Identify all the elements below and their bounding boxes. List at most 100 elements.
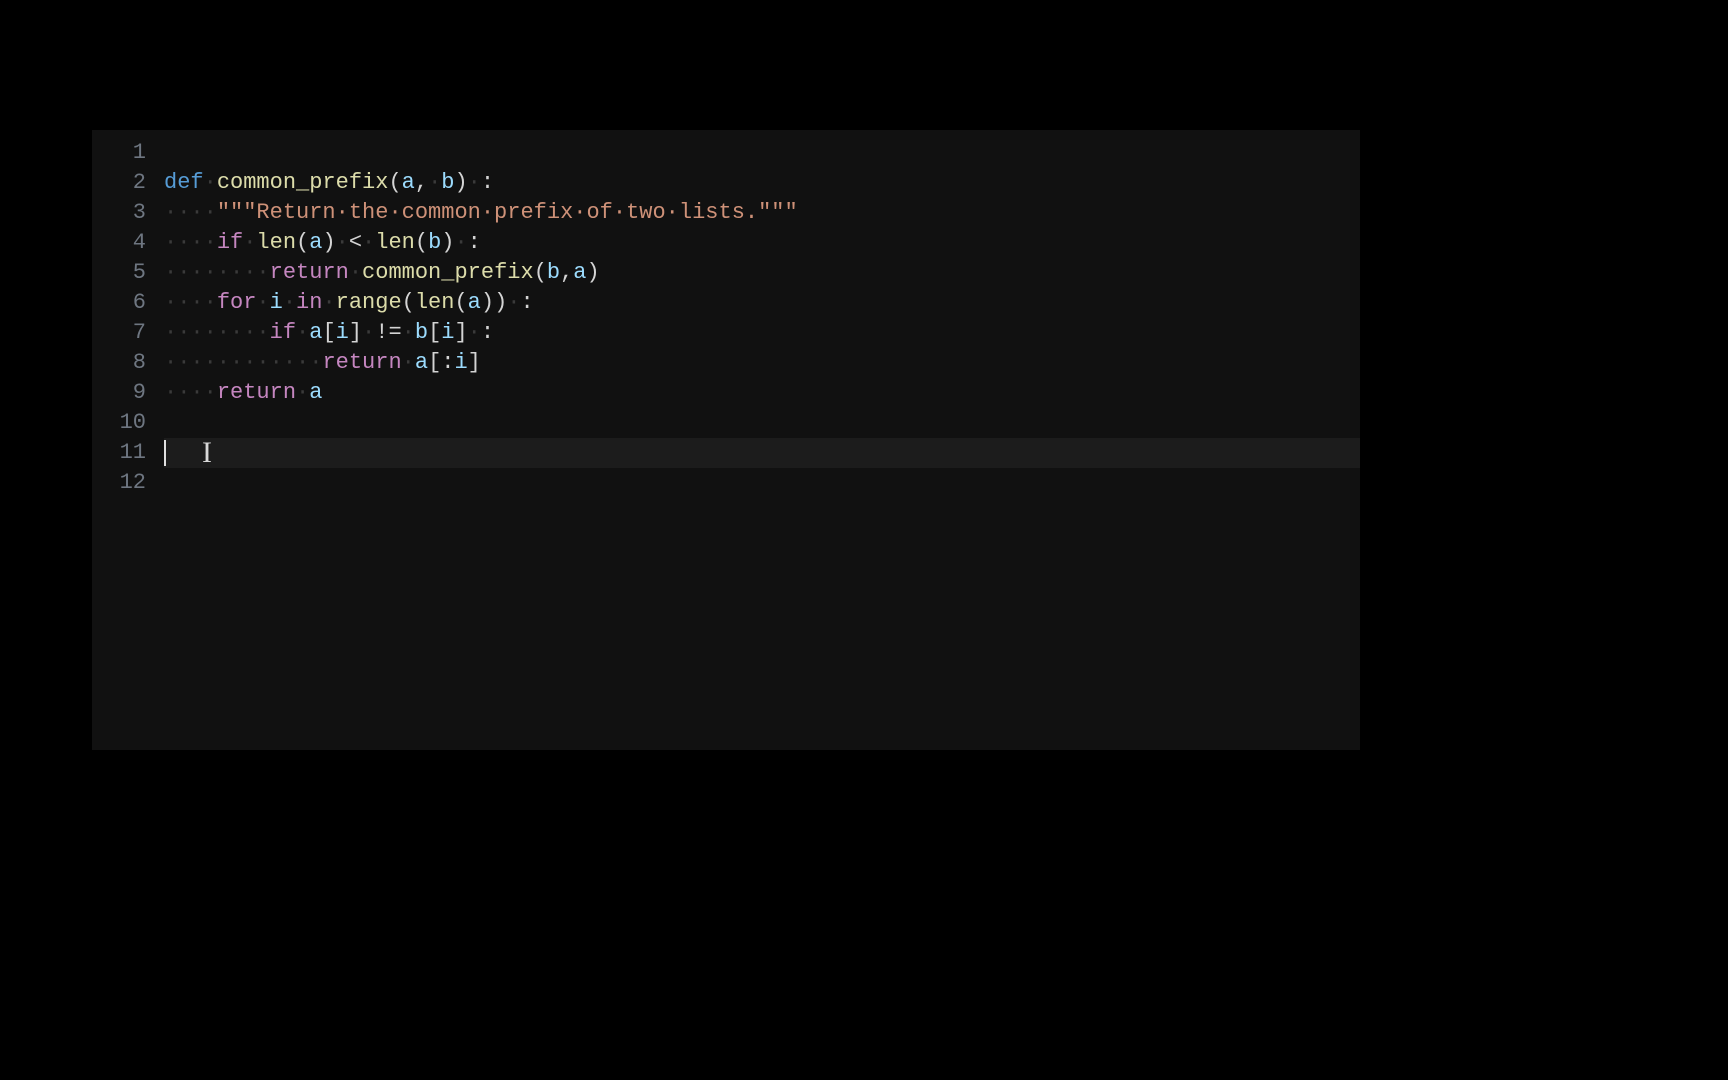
code-token: return (322, 350, 401, 375)
code-token: if (217, 230, 243, 255)
code-token: : (481, 170, 494, 195)
code-token: len (375, 230, 415, 255)
code-line[interactable]: ····for·i·in·range(len(a))·: (164, 288, 1360, 318)
code-editor[interactable]: 123456789101112 def·common_prefix(a,·b)·… (92, 130, 1360, 750)
code-token: b (428, 230, 441, 255)
code-token: return (217, 380, 296, 405)
code-token: ) (441, 230, 454, 255)
line-number-gutter: 123456789101112 (92, 130, 164, 750)
code-token: : (481, 320, 494, 345)
code-token: i (441, 320, 454, 345)
code-token: < (349, 230, 362, 255)
code-token: · (336, 230, 349, 255)
code-token: in (296, 290, 322, 315)
code-line[interactable]: ····return·a (164, 378, 1360, 408)
code-token: · (296, 380, 309, 405)
line-number: 8 (92, 348, 146, 378)
code-token: common_prefix (362, 260, 534, 285)
code-token: i (336, 320, 349, 345)
line-number: 10 (92, 408, 146, 438)
code-token: a (402, 170, 415, 195)
code-token: [ (322, 320, 335, 345)
code-line[interactable]: ············return·a[:i] (164, 348, 1360, 378)
code-token: · (283, 290, 296, 315)
code-line[interactable]: ····"""Return·the·common·prefix·of·two·l… (164, 198, 1360, 228)
code-line[interactable]: I (164, 438, 1360, 468)
code-token: i (454, 350, 467, 375)
code-token: · (362, 320, 375, 345)
line-number: 6 (92, 288, 146, 318)
code-token: def (164, 170, 204, 195)
line-number: 1 (92, 138, 146, 168)
code-token: len (415, 290, 455, 315)
code-line[interactable]: ····if·len(a)·<·len(b)·: (164, 228, 1360, 258)
code-token: a (309, 230, 322, 255)
code-line[interactable]: def·common_prefix(a,·b)·: (164, 168, 1360, 198)
code-token: ( (402, 290, 415, 315)
code-token: ( (415, 230, 428, 255)
code-token: · (362, 230, 375, 255)
code-token: ] (468, 350, 481, 375)
code-token: """Return·the·common·prefix·of·two·lists… (217, 200, 798, 225)
code-token: for (217, 290, 257, 315)
code-token: ) (587, 260, 600, 285)
line-number: 4 (92, 228, 146, 258)
code-token: [ (428, 320, 441, 345)
code-token: len (256, 230, 296, 255)
code-token: · (402, 350, 415, 375)
code-token: : (441, 350, 454, 375)
code-line[interactable]: ········if·a[i]·!=·b[i]·: (164, 318, 1360, 348)
code-token: a (309, 380, 322, 405)
code-area[interactable]: def·common_prefix(a,·b)·:····"""Return·t… (164, 130, 1360, 750)
code-token: · (454, 230, 467, 255)
code-token: · (468, 170, 481, 195)
code-token: ( (454, 290, 467, 315)
line-number: 2 (92, 168, 146, 198)
code-token: · (256, 290, 269, 315)
code-token: a (573, 260, 586, 285)
line-number: 11 (92, 438, 146, 468)
code-token: · (322, 290, 335, 315)
code-token: a (468, 290, 481, 315)
line-number: 5 (92, 258, 146, 288)
code-line[interactable] (164, 468, 1360, 498)
code-token: ) (481, 290, 494, 315)
code-token: · (349, 260, 362, 285)
code-token: · (296, 320, 309, 345)
code-token: [ (428, 350, 441, 375)
line-number: 12 (92, 468, 146, 498)
code-token: ( (534, 260, 547, 285)
code-token: · (243, 230, 256, 255)
line-number: 3 (92, 198, 146, 228)
code-token: b (547, 260, 560, 285)
code-line[interactable] (164, 138, 1360, 168)
code-token: != (375, 320, 401, 345)
code-token: · (507, 290, 520, 315)
code-token: ] (349, 320, 362, 345)
code-token: ) (322, 230, 335, 255)
code-token: b (441, 170, 454, 195)
code-token: · (428, 170, 441, 195)
code-token: common_prefix (217, 170, 389, 195)
code-token: · (468, 320, 481, 345)
code-token: : (520, 290, 533, 315)
code-line[interactable]: ········return·common_prefix(b,a) (164, 258, 1360, 288)
code-token: ) (454, 170, 467, 195)
code-token: , (415, 170, 428, 195)
code-token: ( (388, 170, 401, 195)
mouse-ibeam-icon: I (202, 438, 212, 468)
code-token: ] (454, 320, 467, 345)
code-token: · (204, 170, 217, 195)
code-token: return (270, 260, 349, 285)
code-token: , (560, 260, 573, 285)
line-number: 9 (92, 378, 146, 408)
code-token: ) (494, 290, 507, 315)
code-token: : (468, 230, 481, 255)
code-token: a (415, 350, 428, 375)
code-token: · (402, 320, 415, 345)
code-token: ( (296, 230, 309, 255)
code-line[interactable] (164, 408, 1360, 438)
code-token: i (270, 290, 283, 315)
text-cursor (164, 440, 166, 466)
line-number: 7 (92, 318, 146, 348)
